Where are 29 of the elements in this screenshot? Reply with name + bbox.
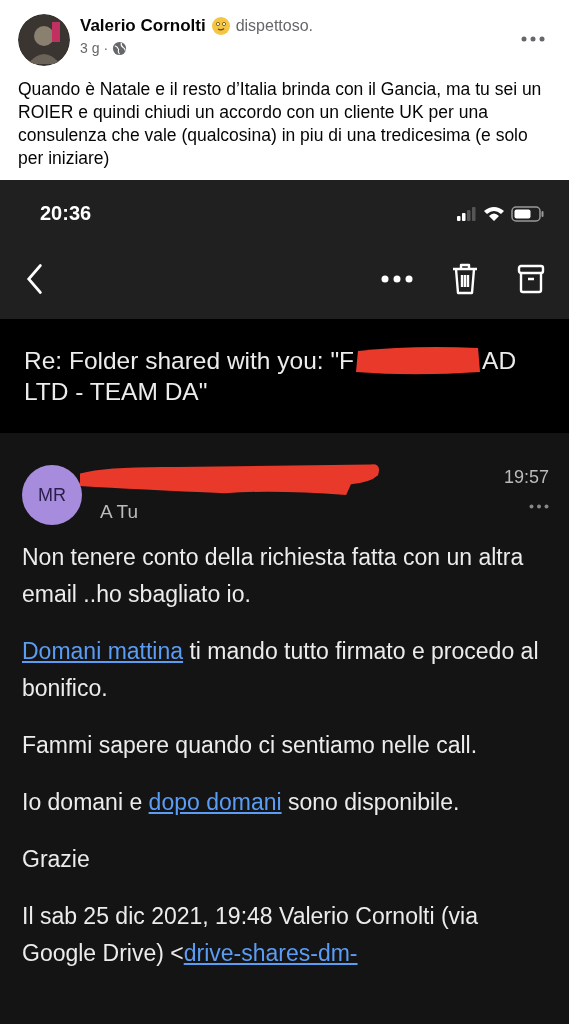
signal-icon [457, 206, 477, 221]
author-name[interactable]: Valerio Cornolti [80, 16, 206, 36]
email-paragraph: Grazie [22, 845, 91, 874]
post-time[interactable]: 3 g [80, 40, 100, 56]
post-text: Quando è Natale e il resto d’Italia brinda con il Gancia, ma tu sei un ROIER e quindi chiudi un accordo con un cliente UK per una consulenza che vale (qualcosina) in piu di una tredicesima (e solo per iniziare) [18, 78, 543, 170]
email-paragraph: Il sab 25 dic 2021, 19:48 Valerio Cornolti (via Google Drive) <drive-shares-dm- [22, 902, 479, 968]
status-clock: 20:36 [40, 202, 92, 225]
more-icon[interactable] [381, 275, 413, 283]
link[interactable]: Domani mattina [22, 638, 184, 664]
trash-icon[interactable] [451, 263, 479, 295]
link[interactable]: drive-shares-dm- [183, 940, 358, 966]
separator-dot: · [103, 40, 109, 56]
wifi-icon [483, 205, 505, 222]
email-paragraph: Non tenere conto della richiesta fatta con un altra email ..ho sbagliato io. [22, 543, 525, 609]
email-paragraph: Domani mattina ti mando tutto firmato e procedo al bonifico. [22, 637, 540, 703]
avatar[interactable] [18, 14, 70, 66]
email-paragraph: Fammi sapere quando ci sentiamo nelle call. [22, 731, 479, 760]
email-time: 19:57 [503, 467, 549, 488]
globe-icon [112, 40, 128, 56]
battery-icon [511, 205, 545, 222]
feeling-text: dispettoso. [235, 17, 314, 35]
back-icon[interactable] [26, 263, 44, 295]
archive-icon[interactable] [517, 264, 545, 294]
email-paragraph: Io domani e dopo domani sono disponibile. [22, 788, 461, 817]
sender-avatar[interactable]: MR [22, 465, 82, 525]
smiley-icon [210, 16, 231, 36]
link[interactable]: dopo domani [148, 789, 282, 815]
recipient-text: A Tu [100, 501, 140, 523]
email-subject: Re: Folder shared with you: "F AD LTD - TEAM DA" [24, 345, 518, 407]
